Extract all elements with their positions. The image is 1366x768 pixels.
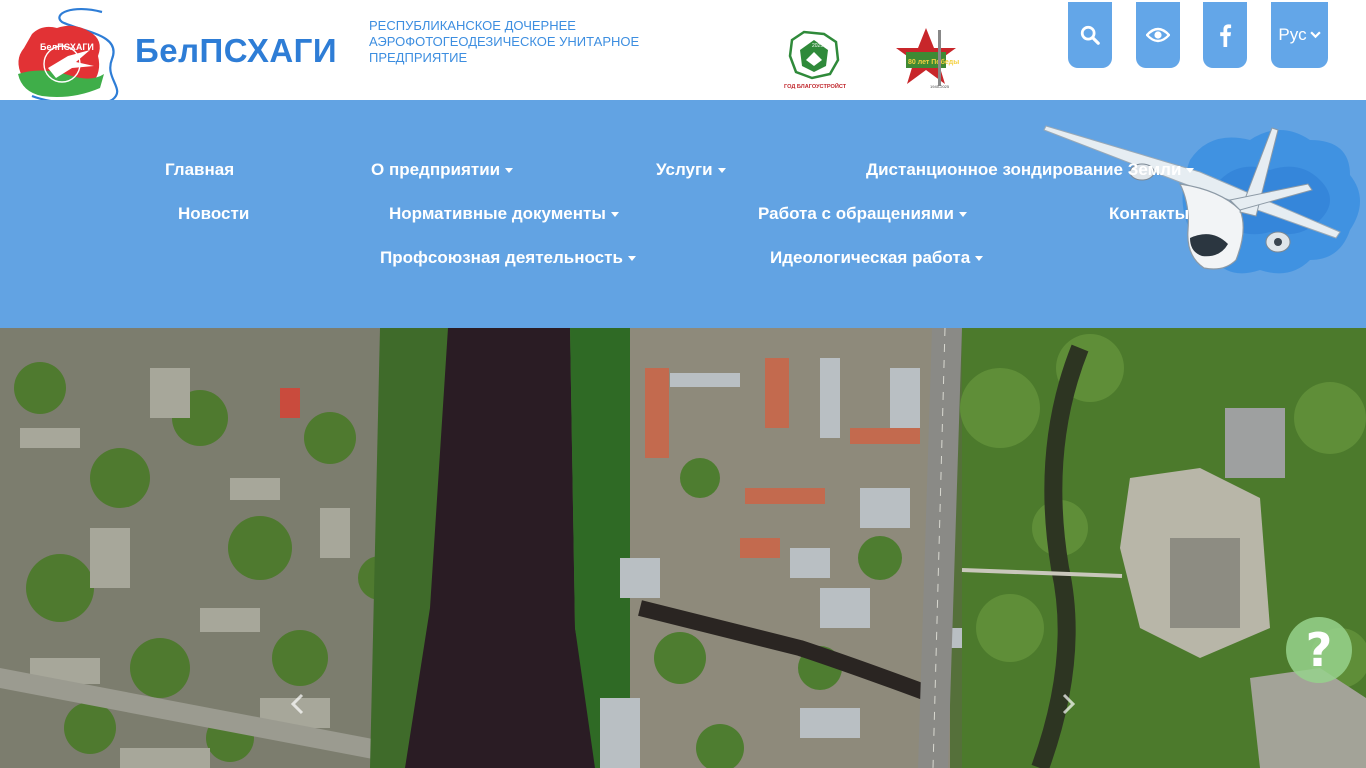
nav-label: Новости [178,204,250,223]
tagline-line: ПРЕДПРИЯТИЕ [369,50,468,65]
tagline-line: АЭРОФОТОГЕОДЕЗИЧЕСКОЕ УНИТАРНОЕ [369,34,640,49]
caret-down-icon [505,168,514,174]
svg-text:БелПСХАГИ: БелПСХАГИ [40,42,94,52]
svg-text:ГОД БЛАГОУСТРОЙСТВА: ГОД БЛАГОУСТРОЙСТВА [784,82,846,90]
chevron-left-icon[interactable] [286,692,310,716]
nav-item-regulations[interactable]: Нормативные документы [389,204,619,224]
language-selector[interactable]: Рус [1271,2,1328,68]
svg-text:1945-2025: 1945-2025 [930,84,950,89]
nav-label: Работа с обращениями [758,204,954,223]
help-icon: ? [1305,623,1333,677]
nav-label: Дистанционное зондирование Земли [866,160,1182,179]
eye-icon [1146,27,1170,43]
brand-name[interactable]: БелПСХАГИ [135,32,337,70]
nav-item-ideology[interactable]: Идеологическая работа [770,248,984,268]
tagline-line: РЕСПУБЛИКАНСКОЕ ДОЧЕРНЕЕ [369,18,576,33]
nav-item-trade-union[interactable]: Профсоюзная деятельность [380,248,636,268]
nav-label: Идеологическая работа [770,248,971,267]
svg-text:80 лет Победы: 80 лет Победы [908,58,959,66]
chevron-down-icon [1309,31,1321,39]
nav-label: Контакты [1109,204,1190,223]
nav-item-news[interactable]: Новости [178,204,249,224]
help-button[interactable]: ? [1286,617,1352,683]
svg-text:2025: 2025 [812,43,823,49]
aerial-photo [0,328,1366,768]
search-button[interactable] [1068,2,1112,68]
nav-label: Услуги [656,160,713,179]
caret-down-icon [627,256,636,262]
nav-item-remote-sensing[interactable]: Дистанционное зондирование Земли [866,160,1195,180]
airplane-illustration [1043,125,1360,274]
caret-down-icon [717,168,726,174]
nav-label: Главная [165,160,235,179]
caret-down-icon [1186,168,1195,174]
chevron-right-icon[interactable] [1056,692,1080,716]
caret-down-icon [958,212,967,218]
nav-item-about[interactable]: О предприятии [371,160,514,180]
main-navigation: Главная О предприятии Услуги Дистанционн… [0,100,1366,328]
organization-tagline: РЕСПУБЛИКАНСКОЕ ДОЧЕРНЕЕ АЭРОФОТОГЕОДЕЗИ… [369,18,679,66]
accessibility-button[interactable] [1136,2,1180,68]
caret-down-icon [975,256,984,262]
language-label: Рус [1278,25,1307,44]
caret-down-icon [610,212,619,218]
year-of-improvement-emblem[interactable]: 2025 ГОД БЛАГОУСТРОЙСТВА [782,26,846,90]
victory-anniversary-emblem[interactable]: 80 лет Победы 1945-2025 [890,26,962,90]
nav-item-contacts[interactable]: Контакты [1109,204,1189,224]
hero-slider [0,328,1366,768]
site-header: БелПСХАГИ БелПСХАГИ РЕСПУБЛИКАНСКОЕ ДОЧЕ… [0,0,1366,104]
nav-label: О предприятии [371,160,501,179]
nav-item-appeals[interactable]: Работа с обращениями [758,204,967,224]
nav-label: Нормативные документы [389,204,606,223]
facebook-button[interactable] [1203,2,1247,68]
nav-item-services[interactable]: Услуги [656,160,726,180]
site-logo[interactable]: БелПСХАГИ [12,4,132,104]
search-icon [1080,25,1100,45]
nav-label: Профсоюзная деятельность [380,248,623,267]
facebook-icon [1220,24,1232,47]
nav-item-home[interactable]: Главная [165,160,234,180]
